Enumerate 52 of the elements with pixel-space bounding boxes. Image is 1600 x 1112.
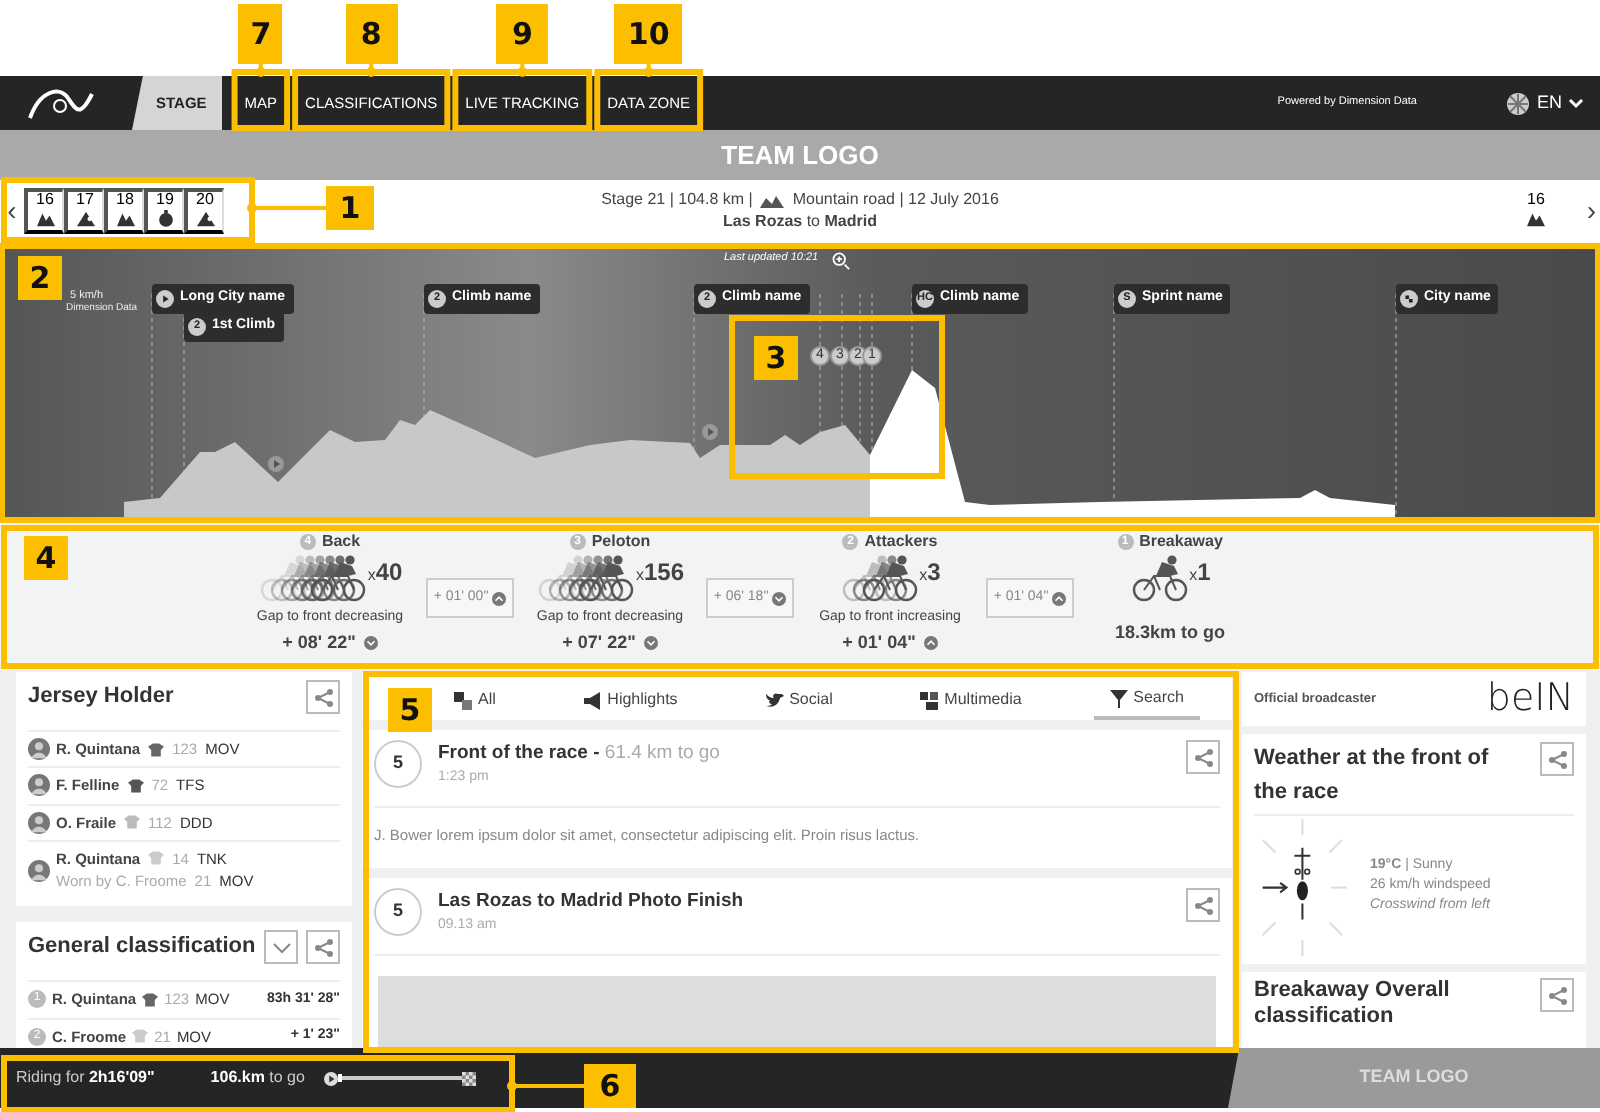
team-logo-bar: TEAM LOGO (1228, 1048, 1600, 1108)
callout-label: 1 (326, 186, 374, 230)
callout-label: 8 (345, 4, 398, 64)
distance-to-go: 106.km to go (210, 1066, 305, 1090)
stage-info: Mountain road | 12 July 2016 (792, 190, 999, 211)
next-arrow[interactable]: › (1586, 190, 1596, 232)
panel-title: Weather at the front of the race (1254, 744, 1491, 807)
stage-badge: 5 (374, 888, 422, 936)
callout-label: 10 (614, 4, 683, 64)
previous-arrow[interactable]: ‹ (0, 190, 24, 232)
broadcaster-logo: beIN (1486, 680, 1574, 718)
language-label[interactable]: EN (1536, 89, 1562, 117)
panel-title: Breakaway Overall classification (1254, 978, 1452, 1029)
callout-label: 5 (388, 688, 432, 732)
group-name: Breakaway (1139, 530, 1223, 554)
post-title: Las Rozas to Madrid Photo Finish (438, 888, 744, 916)
callout-label: 9 (496, 4, 549, 64)
panel-title: General classification (28, 932, 256, 963)
group-name: Peloton (591, 530, 651, 554)
stage-button[interactable]: 20 (184, 188, 224, 234)
stage-button[interactable]: 16 (1516, 191, 1556, 228)
stage-button[interactable]: 18 (104, 188, 144, 234)
callout-label: 7 (238, 4, 283, 64)
stage-badge: 5 (374, 740, 422, 788)
post-title: Front of the race - 61.4 km to go (438, 740, 720, 768)
distance-to-go: 18.3km to go (1114, 620, 1225, 646)
group-name: Attackers (864, 530, 938, 554)
group-name: Back (321, 530, 361, 554)
panel-title: Jersey Holder (28, 682, 174, 712)
feed-tab[interactable]: Social (749, 680, 849, 720)
riding-time: Riding for 2h16'09" (16, 1066, 155, 1090)
rider-count: x3 (919, 556, 941, 590)
rider-count: x40 (367, 556, 403, 590)
callout-label: 4 (24, 536, 68, 580)
stage-button[interactable]: 19 (144, 188, 184, 234)
callout-label: 2 (18, 256, 62, 300)
feed-tab[interactable]: Highlights (567, 680, 694, 720)
callout-label: 6 (584, 1064, 636, 1108)
stage-info: Stage 21 | 104.8 km | (601, 190, 753, 211)
gap-time: + 07' 22" (562, 629, 636, 655)
feed-tab[interactable]: All (438, 680, 512, 720)
feed-tab[interactable]: Multimedia (904, 680, 1038, 720)
callout-label: 3 (754, 336, 798, 380)
stage-button[interactable]: 17 (64, 188, 104, 234)
rider-count: x1 (1189, 556, 1211, 590)
team-logo-bar: TEAM LOGO (0, 130, 1600, 180)
gap-time: + 01' 04" (842, 629, 916, 655)
rider-count: x156 (635, 556, 685, 590)
route-text: Las Rozas to Madrid (723, 211, 877, 232)
feed-tab[interactable]: Search (1093, 680, 1200, 720)
stage-button[interactable]: 16 (24, 188, 64, 234)
gap-time: + 08' 22" (282, 629, 356, 655)
